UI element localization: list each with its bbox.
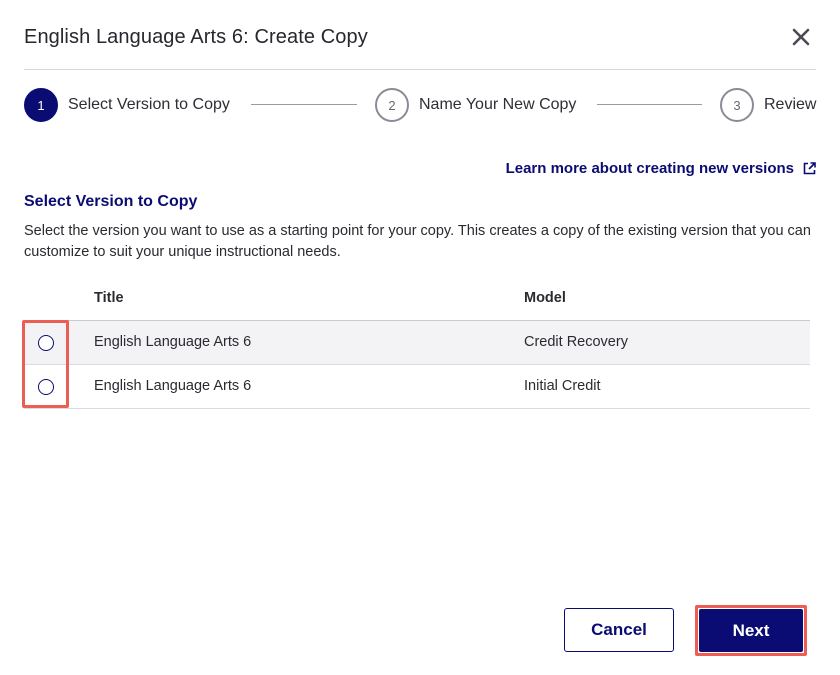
versions-table: Title Model English Language Arts 6 Cred… bbox=[24, 278, 810, 409]
learn-more-label: Learn more about creating new versions bbox=[505, 160, 794, 177]
dialog-header: English Language Arts 6: Create Copy bbox=[24, 0, 816, 70]
step-3: 3 Review bbox=[720, 87, 816, 123]
create-copy-dialog: English Language Arts 6: Create Copy 1 S… bbox=[0, 0, 840, 675]
external-link-icon bbox=[803, 162, 816, 175]
version-radio-1[interactable] bbox=[38, 335, 54, 351]
table-header: Title Model bbox=[24, 278, 810, 321]
row-model: Credit Recovery bbox=[524, 334, 628, 350]
step-1-label: Select Version to Copy bbox=[68, 96, 230, 113]
row-title: English Language Arts 6 bbox=[94, 334, 252, 350]
step-2-label: Name Your New Copy bbox=[419, 96, 577, 113]
step-1-circle: 1 bbox=[24, 88, 58, 122]
step-2-circle: 2 bbox=[375, 88, 409, 122]
step-2: 2 Name Your New Copy bbox=[375, 87, 576, 123]
next-button[interactable]: Next bbox=[699, 609, 803, 652]
close-icon bbox=[792, 28, 810, 46]
step-3-circle: 3 bbox=[720, 88, 754, 122]
step-connector-1 bbox=[251, 104, 357, 105]
learn-more-link[interactable]: Learn more about creating new versions bbox=[506, 160, 816, 177]
column-header-model: Model bbox=[524, 290, 566, 306]
version-radio-2[interactable] bbox=[38, 379, 54, 395]
column-header-title: Title bbox=[94, 290, 124, 306]
stepper: 1 Select Version to Copy 2 Name Your New… bbox=[24, 87, 824, 123]
table-row[interactable]: English Language Arts 6 Credit Recovery bbox=[24, 321, 810, 365]
step-3-label: Review bbox=[764, 96, 817, 113]
dialog-title: English Language Arts 6: Create Copy bbox=[24, 26, 368, 48]
step-connector-2 bbox=[597, 104, 702, 105]
table-row[interactable]: English Language Arts 6 Initial Credit bbox=[24, 365, 810, 409]
section-title: Select Version to Copy bbox=[24, 193, 198, 210]
step-1: 1 Select Version to Copy bbox=[24, 87, 230, 123]
row-model: Initial Credit bbox=[524, 378, 601, 394]
cancel-button[interactable]: Cancel bbox=[564, 608, 674, 652]
row-title: English Language Arts 6 bbox=[94, 378, 252, 394]
close-button[interactable] bbox=[788, 24, 814, 50]
section-description: Select the version you want to use as a … bbox=[24, 223, 811, 260]
